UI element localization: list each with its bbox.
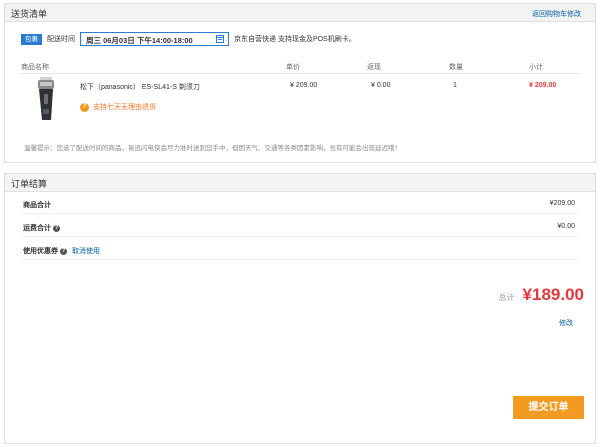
freight-total-label: 运费合计: [23, 225, 51, 232]
delivery-time-label: 配送时间: [47, 36, 75, 43]
submit-order-button[interactable]: 提交订单: [513, 396, 584, 419]
delivery-note: 京东自营快递 支持现金及POS机刷卡。: [234, 36, 356, 43]
settlement-panel: 订单结算 商品合计 ¥209.00 运费合计 ? ¥0.00 使用优惠券 ? 取…: [4, 173, 596, 444]
column-name: 商品名称: [21, 64, 49, 71]
settlement-panel-header: 订单结算: [5, 174, 595, 192]
coupon-label-group: 使用优惠券 ? 取消使用: [23, 246, 100, 256]
modify-link[interactable]: 修改: [559, 318, 573, 328]
question-icon[interactable]: ?: [53, 224, 60, 232]
product-image[interactable]: [35, 76, 57, 122]
shipping-title: 送货清单: [11, 9, 48, 19]
product-subtotal: ¥ 209.00: [529, 82, 557, 89]
coupon-label: 使用优惠券: [23, 248, 58, 255]
package-tag: 包裹: [21, 33, 42, 45]
goods-total-value: ¥209.00: [549, 200, 575, 207]
column-qty: 数量: [449, 64, 463, 71]
order-total: 总计 ¥189.00: [499, 285, 584, 305]
calendar-icon[interactable]: [216, 35, 224, 43]
settlement-title: 订单结算: [11, 179, 48, 189]
product-name[interactable]: 松下（panasonic） ES-SL41-S 剃须刀: [80, 82, 200, 92]
return-to-cart-link[interactable]: 返回购物车修改: [532, 9, 581, 19]
freight-total-row: 运费合计 ? ¥0.00: [21, 219, 579, 237]
column-price: 单价: [286, 64, 300, 71]
total-value: ¥189.00: [522, 285, 584, 304]
product-points: ¥ 0.00: [371, 82, 391, 89]
return-policy-text: 支持七天无理由退货: [93, 104, 156, 111]
delivery-time-row: 包裹 配送时间 周三 06月03日 下午14:00-18:00 京东自营快递 支…: [21, 32, 356, 46]
column-points: 返现: [367, 64, 381, 71]
column-subtotal: 小计: [529, 64, 543, 71]
coupon-row: 使用优惠券 ? 取消使用: [21, 242, 579, 260]
question-icon[interactable]: ?: [60, 247, 67, 255]
product-qty: 1: [453, 82, 457, 89]
cancel-coupon-link[interactable]: 取消使用: [72, 246, 100, 256]
seven-day-return-icon: 7: [80, 102, 89, 112]
shipping-panel-header: 送货清单 返回购物车修改: [5, 4, 595, 22]
warm-tip: 温馨提示：您选了配送时间的商品，易迅闪电侠会尽力准时送到您手中，但因天气、交通等…: [24, 145, 401, 152]
freight-total-label-group: 运费合计 ?: [23, 223, 60, 233]
return-policy-badge: 7 支持七天无理由退货: [80, 102, 156, 112]
product-price: ¥ 209.00: [290, 82, 318, 89]
goods-total-label: 商品合计: [23, 202, 51, 209]
goods-total-row: 商品合计 ¥209.00: [21, 196, 579, 214]
total-label: 总计: [498, 293, 515, 302]
delivery-date-value: 周三 06月03日 下午14:00-18:00: [86, 36, 193, 45]
item-table-header: 商品名称 单价 返现 数量 小计: [21, 60, 579, 74]
delivery-date-select[interactable]: 周三 06月03日 下午14:00-18:00: [80, 32, 229, 46]
freight-total-value: ¥0.00: [557, 223, 575, 230]
shipping-panel: 送货清单 返回购物车修改 包裹 配送时间 周三 06月03日 下午14:00-1…: [4, 3, 596, 163]
